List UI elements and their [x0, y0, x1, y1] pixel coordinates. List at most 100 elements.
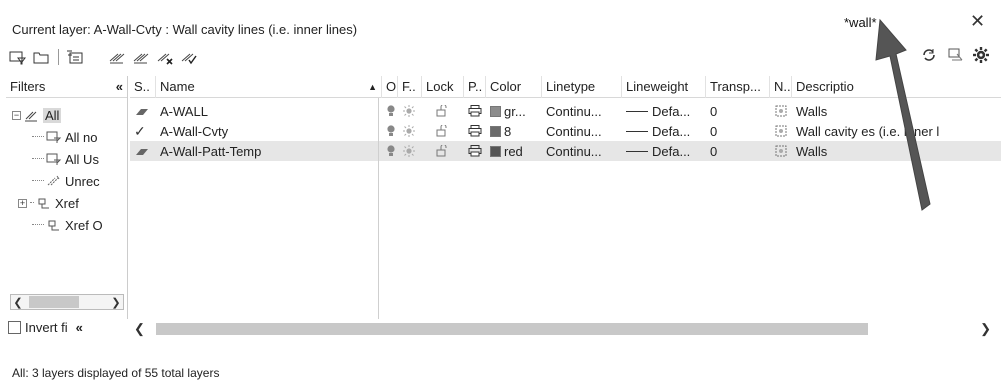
- invert-filter-checkbox[interactable]: [8, 321, 21, 334]
- tree-item-label: Unrec: [65, 173, 100, 189]
- layer-transparency[interactable]: 0: [706, 141, 770, 161]
- column-on[interactable]: O..: [382, 75, 398, 98]
- new-vp-freeze-icon[interactable]: [770, 101, 792, 121]
- layer-description[interactable]: Wall cavity es (i.e. inner l: [792, 121, 992, 141]
- filters-panel: Filters « − All All no All Us Unrec + Xr: [6, 76, 128, 319]
- tree-item-all[interactable]: − All: [6, 104, 127, 126]
- layer-name[interactable]: A-WALL: [156, 101, 382, 121]
- filters-horizontal-scrollbar[interactable]: ❮ ❯: [10, 294, 124, 310]
- scroll-right-icon[interactable]: ❯: [980, 321, 991, 337]
- new-vp-freeze-icon[interactable]: [770, 121, 792, 141]
- printer-icon[interactable]: [464, 101, 486, 121]
- column-plot[interactable]: P..: [464, 75, 486, 98]
- property-filter-icon: [46, 131, 62, 143]
- tree-item-xref[interactable]: + Xref: [6, 192, 127, 214]
- column-lineweight[interactable]: Lineweight: [622, 75, 706, 98]
- layer-lineweight[interactable]: Defa...: [622, 121, 706, 141]
- new-group-filter-icon[interactable]: [32, 48, 52, 66]
- lineweight-value: Defa...: [652, 103, 691, 119]
- column-linetype[interactable]: Linetype: [542, 75, 622, 98]
- xref-icon: [48, 220, 59, 231]
- column-description[interactable]: Descriptio: [792, 76, 992, 98]
- column-divider: [378, 98, 379, 319]
- color-name: red: [504, 143, 523, 159]
- collapse-filters-bottom-button[interactable]: «: [76, 320, 83, 335]
- unlocked-icon[interactable]: [422, 141, 464, 161]
- new-layer-vp-frozen-icon[interactable]: [131, 48, 151, 66]
- sun-thawed-icon[interactable]: [398, 101, 422, 121]
- tree-item-unreconciled[interactable]: Unrec: [6, 170, 127, 192]
- scrollbar-thumb[interactable]: [156, 323, 868, 335]
- layer-list-horizontal-scrollbar[interactable]: ❮ ❯: [130, 320, 1001, 338]
- layer-linetype[interactable]: Continu...: [542, 121, 622, 141]
- unlocked-icon[interactable]: [422, 121, 464, 141]
- collapse-icon[interactable]: −: [12, 110, 21, 120]
- layer-color[interactable]: gr...: [486, 101, 542, 121]
- filters-title: Filters: [10, 79, 46, 94]
- layer-lineweight[interactable]: Defa...: [622, 101, 706, 121]
- color-swatch: [490, 105, 501, 117]
- expand-icon[interactable]: +: [18, 198, 27, 208]
- layer-transparency[interactable]: 0: [706, 121, 770, 141]
- delete-layer-icon[interactable]: [155, 48, 175, 66]
- sun-thawed-icon[interactable]: [398, 141, 422, 161]
- layer-description[interactable]: Walls: [792, 101, 992, 121]
- tree-item-label: Xref: [55, 195, 79, 211]
- tree-item-label: Xref O: [65, 217, 103, 233]
- scroll-right-icon[interactable]: ❯: [109, 296, 123, 309]
- layer-status-icon: [130, 101, 156, 121]
- table-row-selected[interactable]: A-Wall-Patt-Temp red Continu... Defa... …: [130, 141, 1001, 161]
- layer-transparency[interactable]: 0: [706, 101, 770, 121]
- column-status[interactable]: S..: [130, 75, 156, 98]
- table-row[interactable]: A-WALL gr... Continu... Defa... 0 Walls: [130, 101, 1001, 121]
- column-transparency[interactable]: Transp...: [706, 75, 770, 98]
- printer-icon[interactable]: [464, 121, 486, 141]
- lineweight-value: Defa...: [652, 143, 691, 159]
- unlocked-icon[interactable]: [422, 101, 464, 121]
- column-new-vp-freeze[interactable]: N..: [770, 75, 792, 98]
- layer-lineweight[interactable]: Defa...: [622, 141, 706, 161]
- collapse-filters-button[interactable]: «: [116, 79, 123, 94]
- new-layer-icon[interactable]: [107, 48, 127, 66]
- tree-item-xref-overlay[interactable]: Xref O: [6, 214, 127, 236]
- lightbulb-on-icon[interactable]: [382, 101, 398, 121]
- column-name[interactable]: Name ▲: [156, 75, 382, 98]
- refresh-icon[interactable]: [919, 46, 939, 64]
- filter-toolbar: [8, 46, 203, 68]
- layer-settings-icon[interactable]: [945, 46, 965, 64]
- sun-thawed-icon[interactable]: [398, 121, 422, 141]
- lightbulb-on-icon[interactable]: [382, 121, 398, 141]
- clear-search-icon[interactable]: ✕: [970, 11, 985, 32]
- scroll-left-icon[interactable]: ❮: [134, 321, 145, 337]
- lineweight-value: Defa...: [652, 123, 691, 139]
- layer-states-manager-icon[interactable]: [65, 48, 85, 66]
- current-layer-label: Current layer: A-Wall-Cvty : Wall cavity…: [12, 22, 358, 37]
- layer-search-input[interactable]: [840, 12, 968, 32]
- tree-item-all-used[interactable]: All Us: [6, 148, 127, 170]
- layer-color[interactable]: red: [486, 141, 542, 161]
- layer-linetype[interactable]: Continu...: [542, 141, 622, 161]
- lightbulb-on-icon[interactable]: [382, 141, 398, 161]
- gear-icon[interactable]: [971, 46, 991, 64]
- set-current-layer-icon[interactable]: [179, 48, 199, 66]
- new-property-filter-icon[interactable]: [8, 48, 28, 66]
- scrollbar-thumb[interactable]: [29, 296, 79, 308]
- layer-color[interactable]: 8: [486, 121, 542, 141]
- column-lock[interactable]: Lock: [422, 75, 464, 98]
- new-vp-freeze-icon[interactable]: [770, 141, 792, 161]
- tree-item-all-non-xref[interactable]: All no: [6, 126, 127, 148]
- layer-description[interactable]: Walls: [792, 141, 992, 161]
- scroll-left-icon[interactable]: ❮: [11, 296, 25, 309]
- current-layer-check-icon: ✓: [134, 122, 146, 139]
- table-row[interactable]: ✓ A-Wall-Cvty 8 Continu... Defa... 0 Wal…: [130, 121, 1001, 141]
- layer-name[interactable]: A-Wall-Cvty: [156, 121, 382, 141]
- filters-header: Filters «: [6, 76, 127, 98]
- column-freeze[interactable]: F..: [398, 75, 422, 98]
- printer-icon[interactable]: [464, 141, 486, 161]
- layer-name[interactable]: A-Wall-Patt-Temp: [156, 141, 382, 161]
- status-bar: All: 3 layers displayed of 55 total laye…: [12, 366, 220, 380]
- tree-item-label: All Us: [65, 151, 99, 167]
- column-color[interactable]: Color: [486, 75, 542, 98]
- layer-list-header: S.. Name ▲ O.. F.. Lock P.. Color Linety…: [130, 75, 1001, 98]
- layer-linetype[interactable]: Continu...: [542, 101, 622, 121]
